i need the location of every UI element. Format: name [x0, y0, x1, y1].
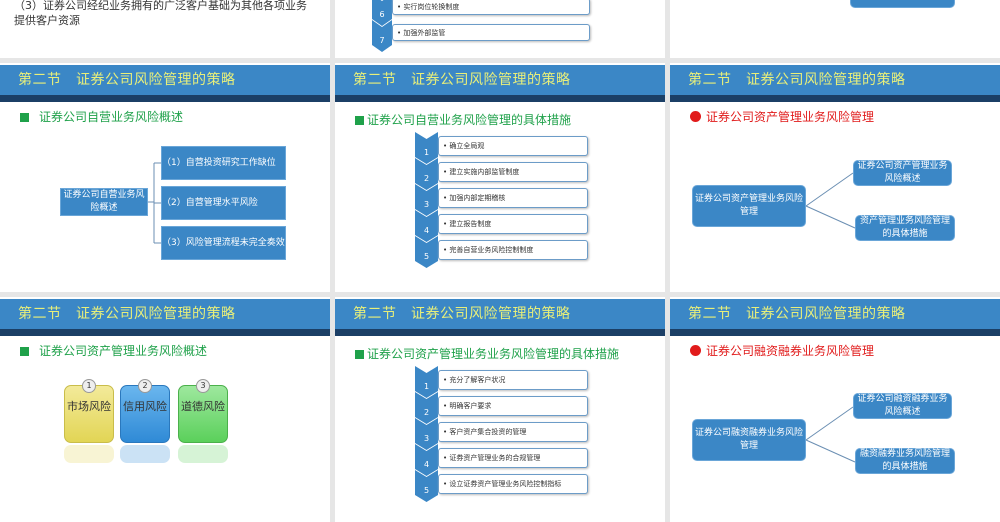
header-band: [335, 329, 665, 336]
slide-body-text: （3）证券公司经纪业务拥有的广泛客户基础为其他各项业务提供客户资源: [14, 0, 307, 27]
card-reflection: [178, 445, 228, 463]
slide-asset-mgmt-risk[interactable]: 第二节 证券公司风险管理的策略 证券公司资产管理业务风险管理 证券公司资产管理业…: [670, 63, 1000, 292]
step-text: • 建立报告制度: [438, 214, 588, 234]
slide-title: 第二节 证券公司风险管理的策略: [335, 65, 665, 95]
chevron-icon: 5: [415, 236, 438, 268]
slide-title: 第二节 证券公司风险管理的策略: [335, 299, 665, 329]
slide-top-middle[interactable]: 6 • 实行岗位轮换制度 7 • 加强外部监管: [335, 0, 665, 58]
step-text: • 加强外部监管: [392, 24, 590, 41]
slide-asset-mgmt-overview[interactable]: 第二节 证券公司风险管理的策略 证券公司资产管理业务风险概述 1 市场风险 2 信用…: [0, 297, 330, 522]
chevron-icon: 3: [415, 184, 438, 216]
slide-top-right[interactable]: [670, 0, 1000, 58]
header-band: [0, 329, 330, 336]
branch-box: 证券公司资产管理业务风险概述: [853, 160, 952, 186]
step-text: • 确立全局观: [438, 136, 588, 156]
step-3: 3 • 客户资产集合投资的管理: [415, 418, 590, 450]
square-bullet-icon: [20, 347, 29, 356]
step-2: 2 • 建立实施内部监管制度: [415, 158, 590, 190]
chevron-icon: 2: [415, 392, 438, 424]
slide-heading: 证券公司自营业务风险管理的具体措施: [355, 111, 571, 128]
step-7: 7 • 加强外部监管: [372, 20, 592, 52]
chevron-icon: 5: [415, 470, 438, 502]
heading-text: 证券公司资产管理业务业务风险管理的具体措施: [367, 347, 620, 361]
step-text: • 设立证券资产管理业务风险控制指标: [438, 474, 588, 494]
root-box: 证券公司自营业务风险概述: [60, 188, 148, 216]
heading-text: 证券公司资产管理业务风险概述: [39, 344, 208, 358]
step-text: • 完善自营业务风险控制制度: [438, 240, 588, 260]
step-6: 6 • 实行岗位轮换制度: [372, 0, 592, 26]
branch-box: 融资融券业务风险管理的具体措施: [855, 448, 955, 474]
item-box: （2）自营管理水平风险: [161, 186, 286, 220]
item-box: （1）自营投资研究工作缺位: [161, 146, 286, 180]
chevron-icon: 6: [372, 0, 392, 26]
step-text: • 加强内部定期稽核: [438, 188, 588, 208]
risk-card-market: 1 市场风险: [64, 379, 114, 443]
chevron-icon: 4: [415, 444, 438, 476]
chevron-icon: 3: [415, 418, 438, 450]
step-text: • 明确客户要求: [438, 396, 588, 416]
number-badge: 3: [196, 379, 210, 393]
step-5: 5 • 设立证券资产管理业务风险控制指标: [415, 470, 590, 502]
square-bullet-icon: [355, 350, 364, 359]
step-text: • 证券资产管理业务的合规管理: [438, 448, 588, 468]
step-3: 3 • 加强内部定期稽核: [415, 184, 590, 216]
chevron-icon: 2: [415, 158, 438, 190]
risk-card-credit: 2 信用风险: [120, 379, 170, 443]
step-1: 1 • 充分了解客户状况: [415, 366, 590, 398]
step-4: 4 • 建立报告制度: [415, 210, 590, 242]
number-badge: 1: [82, 379, 96, 393]
step-2: 2 • 明确客户要求: [415, 392, 590, 424]
slide-heading: 证券公司资产管理业务风险概述: [20, 342, 207, 359]
number-badge: 2: [138, 379, 152, 393]
slide-margin-trading-risk[interactable]: 第二节 证券公司风险管理的策略 证券公司融资融券业务风险管理 证券公司融资融券业…: [670, 297, 1000, 522]
branch-box: 证券公司融资融券业务风险概述: [853, 393, 952, 419]
card-label: 市场风险: [67, 400, 111, 413]
slide-asset-mgmt-measures[interactable]: 第二节 证券公司风险管理的策略 证券公司资产管理业务业务风险管理的具体措施 1 •…: [335, 297, 665, 522]
chevron-icon: 7: [372, 20, 392, 52]
header-band: [335, 95, 665, 102]
step-4: 4 • 证券资产管理业务的合规管理: [415, 444, 590, 476]
slide-heading: 证券公司资产管理业务业务风险管理的具体措施: [355, 345, 619, 362]
card-reflection: [64, 445, 114, 463]
chevron-icon: 1: [415, 132, 438, 164]
slide-title: 第二节 证券公司风险管理的策略: [0, 299, 330, 329]
step-text: • 建立实施内部监管制度: [438, 162, 588, 182]
root-box: 证券公司资产管理业务风险管理: [692, 185, 806, 227]
slide-self-operated-measures[interactable]: 第二节 证券公司风险管理的策略 证券公司自营业务风险管理的具体措施 1 • 确立全…: [335, 63, 665, 292]
square-bullet-icon: [355, 116, 364, 125]
chevron-icon: 1: [415, 366, 438, 398]
root-box: 证券公司融资融券业务风险管理: [692, 419, 806, 461]
card-reflection: [120, 445, 170, 463]
step-1: 1 • 确立全局观: [415, 132, 590, 164]
chevron-icon: 4: [415, 210, 438, 242]
card-label: 信用风险: [123, 400, 167, 413]
step-5: 5 • 完善自营业务风险控制制度: [415, 236, 590, 268]
risk-card-moral: 3 道德风险: [178, 379, 228, 443]
item-box: （3）风险管理流程未完全奏效: [161, 226, 286, 260]
slide-top-left[interactable]: （3）证券公司经纪业务拥有的广泛客户基础为其他各项业务提供客户资源: [0, 0, 330, 58]
step-text: • 充分了解客户状况: [438, 370, 588, 390]
step-text: • 实行岗位轮换制度: [392, 0, 590, 15]
card-label: 道德风险: [181, 400, 225, 413]
diagram-box: [850, 0, 955, 8]
heading-text: 证券公司自营业务风险管理的具体措施: [367, 113, 572, 127]
branch-box: 资产管理业务风险管理的具体措施: [855, 215, 955, 241]
slide-self-operated-overview[interactable]: 第二节 证券公司风险管理的策略 证券公司自营业务风险概述 证券公司自营业务风险概…: [0, 63, 330, 292]
step-text: • 客户资产集合投资的管理: [438, 422, 588, 442]
